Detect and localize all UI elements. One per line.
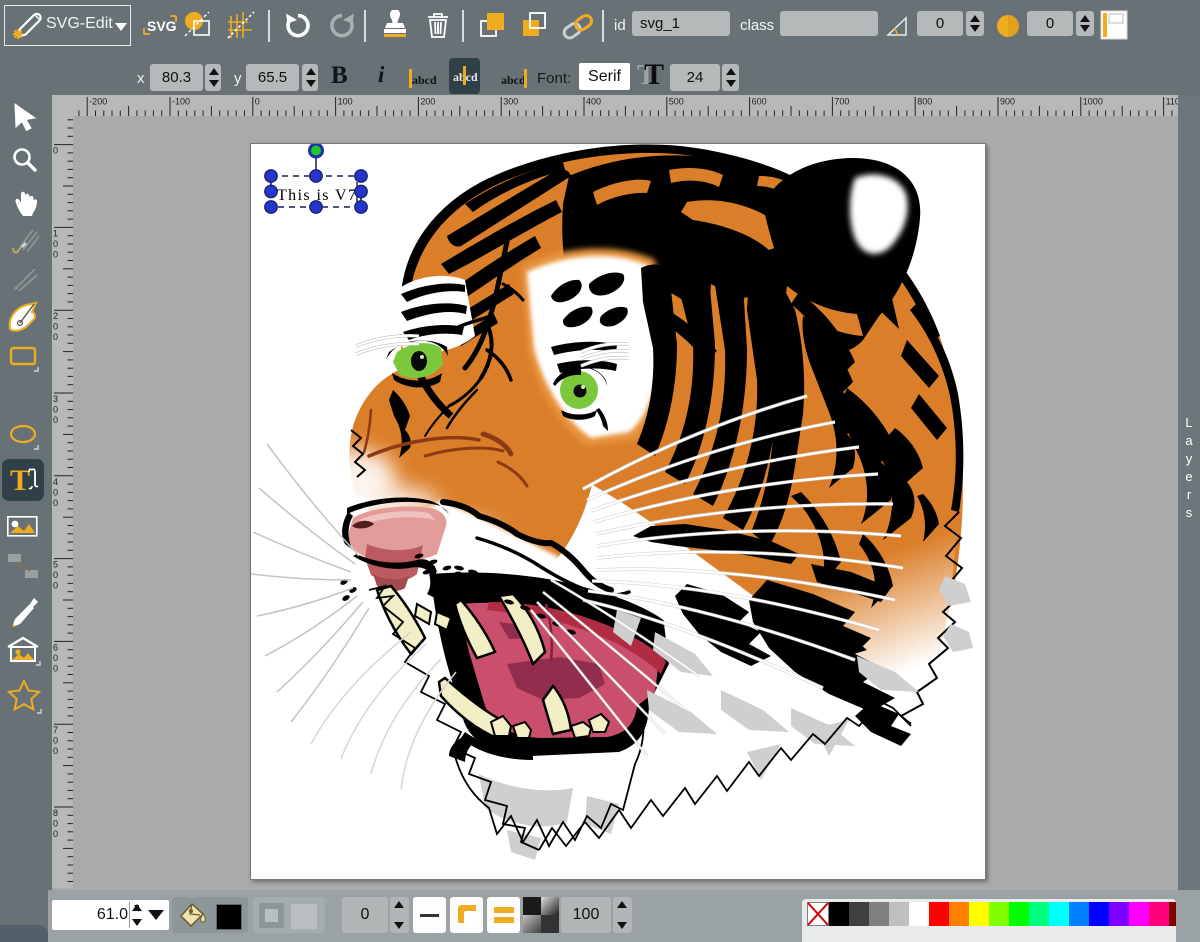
svg-text:300: 300 <box>503 97 518 107</box>
svg-text:0: 0 <box>53 322 58 332</box>
svg-text:abcd: abcd <box>412 73 437 87</box>
svg-text:0: 0 <box>53 746 58 756</box>
svg-text:700: 700 <box>834 97 849 107</box>
svg-text:0: 0 <box>53 570 58 580</box>
svg-text:1000: 1000 <box>1083 97 1103 107</box>
svg-text:0: 0 <box>53 819 58 829</box>
svg-text:SVG: SVG <box>147 18 177 34</box>
svg-text:400: 400 <box>586 97 601 107</box>
svg-text:2: 2 <box>53 311 58 321</box>
svg-text:-100: -100 <box>172 97 190 107</box>
svg-text:100: 100 <box>338 97 353 107</box>
svg-text:0: 0 <box>53 146 58 156</box>
svg-text:0: 0 <box>53 332 58 342</box>
svg-text:5: 5 <box>53 560 58 570</box>
svg-text:0: 0 <box>53 829 58 839</box>
svg-text:-200: -200 <box>89 97 107 107</box>
svg-text:0: 0 <box>53 239 58 249</box>
svg-text:0: 0 <box>53 405 58 415</box>
svg-text:6: 6 <box>53 642 58 652</box>
svg-text:0: 0 <box>255 97 260 107</box>
svg-text:0: 0 <box>53 736 58 746</box>
svg-text:0: 0 <box>53 249 58 259</box>
svg-text:0: 0 <box>53 581 58 591</box>
svg-text:T: T <box>10 464 30 496</box>
svg-text:900: 900 <box>1000 97 1015 107</box>
svg-text:200: 200 <box>420 97 435 107</box>
svg-text:0: 0 <box>53 663 58 673</box>
svg-text:1100: 1100 <box>1166 97 1178 107</box>
svg-text:abcd: abcd <box>501 73 526 87</box>
svg-text:0: 0 <box>53 487 58 497</box>
svg-text:8: 8 <box>53 808 58 818</box>
svg-text:0: 0 <box>53 415 58 425</box>
svg-text:0: 0 <box>53 653 58 663</box>
svg-text:7: 7 <box>53 725 58 735</box>
svg-text:500: 500 <box>669 97 684 107</box>
svg-text:1: 1 <box>53 228 58 238</box>
svg-text:4: 4 <box>53 477 58 487</box>
svg-text:3: 3 <box>53 394 58 404</box>
svg-text:0: 0 <box>53 498 58 508</box>
svg-text:600: 600 <box>752 97 767 107</box>
svg-text:800: 800 <box>917 97 932 107</box>
